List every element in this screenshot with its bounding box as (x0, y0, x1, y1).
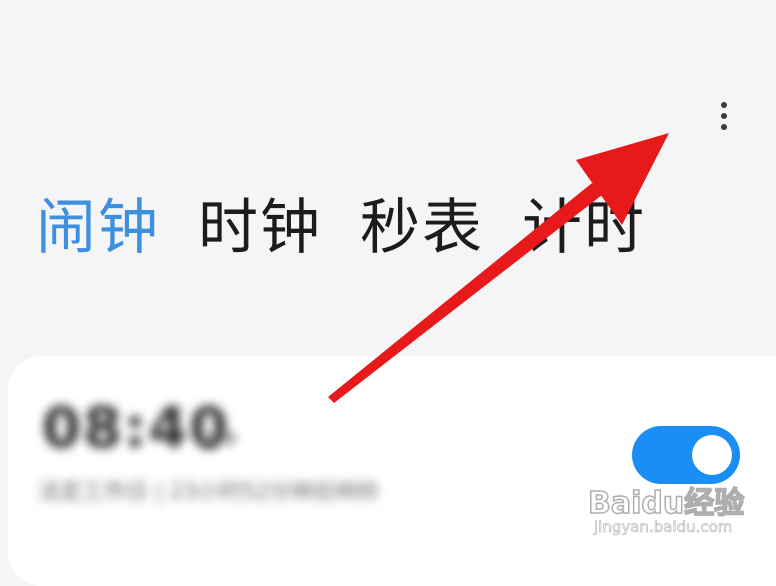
watermark-url: jingyan.baidu.com (594, 518, 733, 537)
more-vertical-icon (721, 102, 727, 108)
alarm-toggle[interactable] (632, 426, 740, 484)
tab-bar: 闹钟 时钟 秒表 计时 (36, 190, 646, 266)
tab-alarm[interactable]: 闹钟 (36, 190, 160, 266)
tab-timer[interactable]: 计时 (522, 190, 646, 266)
baidu-watermark: Baidu经验 jingyan.baidu.com (587, 478, 748, 544)
tab-clock[interactable]: 时钟 (198, 190, 322, 266)
watermark-logo: Baidu经验 (587, 485, 745, 522)
alarm-ampm: 上午 (200, 428, 240, 452)
more-options-button[interactable] (706, 96, 742, 136)
more-vertical-icon-dot (721, 124, 727, 130)
toggle-knob (692, 435, 732, 475)
tab-stopwatch[interactable]: 秒表 (360, 190, 484, 266)
more-vertical-icon-dot (721, 113, 727, 119)
alarm-description: 法定工作日 | 23小时52分钟后响铃 (38, 480, 380, 505)
